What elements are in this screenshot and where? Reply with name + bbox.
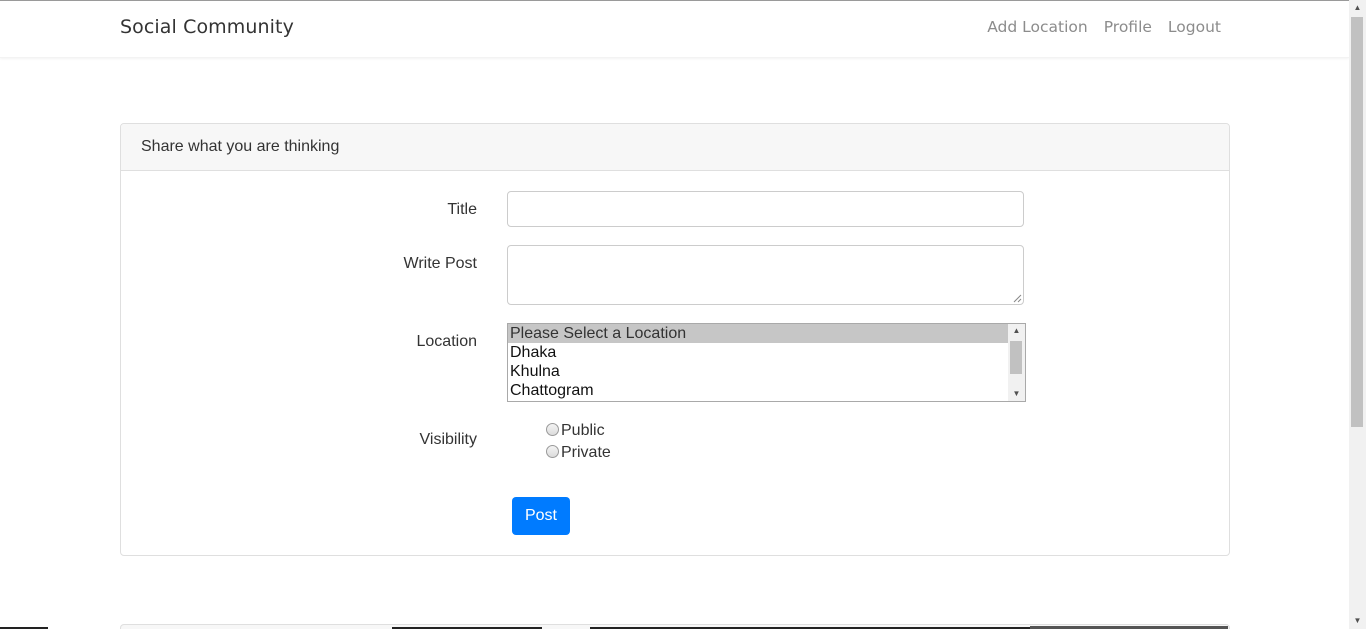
nav-profile-link[interactable]: Profile (1104, 18, 1152, 36)
scroll-down-arrow-icon[interactable]: ▼ (1008, 387, 1025, 401)
post-form-card: Share what you are thinking Title Write … (120, 123, 1230, 556)
visibility-label: Visibility (419, 431, 478, 448)
page-scroll-down-icon[interactable]: ▼ (1349, 613, 1366, 629)
location-option-khulna[interactable]: Khulna (508, 362, 1009, 381)
card-header: Share what you are thinking (121, 124, 1229, 171)
location-label: Location (416, 333, 478, 350)
nav-links: Add Location Profile Logout (987, 18, 1221, 36)
private-radio[interactable] (546, 444, 559, 458)
card-header-title: Share what you are thinking (141, 138, 340, 155)
public-radio-label: Public (561, 422, 605, 439)
navbar: Social Community Add Location Profile Lo… (0, 1, 1349, 58)
public-radio[interactable] (546, 422, 559, 436)
write-post-textarea[interactable] (507, 245, 1024, 305)
page-scroll-thumb[interactable] (1351, 17, 1363, 427)
resize-grip-icon[interactable] (1013, 294, 1022, 303)
location-select[interactable]: Please Select a Location Dhaka Khulna Ch… (507, 323, 1026, 402)
visibility-option-private[interactable]: Private (546, 444, 611, 462)
scroll-thumb[interactable] (1010, 341, 1022, 374)
visibility-option-public[interactable]: Public (546, 422, 605, 440)
brand-link[interactable]: Social Community (120, 16, 294, 38)
page-scrollbar[interactable]: ▲ ▼ (1349, 0, 1366, 629)
browser-viewport: Social Community Add Location Profile Lo… (0, 0, 1366, 629)
private-radio-label: Private (561, 444, 611, 461)
nav-add-location-link[interactable]: Add Location (987, 18, 1088, 36)
location-option-dhaka[interactable]: Dhaka (508, 343, 1009, 362)
location-option-placeholder[interactable]: Please Select a Location (508, 324, 1009, 343)
title-label: Title (447, 201, 477, 218)
scroll-up-arrow-icon[interactable]: ▲ (1008, 324, 1025, 338)
title-input[interactable] (507, 191, 1024, 227)
page-scroll-up-icon[interactable]: ▲ (1349, 0, 1366, 16)
location-option-chattogram[interactable]: Chattogram (508, 381, 1009, 400)
write-post-label: Write Post (403, 255, 478, 272)
location-select-scrollbar[interactable]: ▲ ▼ (1008, 324, 1025, 401)
nav-logout-link[interactable]: Logout (1168, 18, 1221, 36)
post-button[interactable]: Post (512, 497, 570, 535)
